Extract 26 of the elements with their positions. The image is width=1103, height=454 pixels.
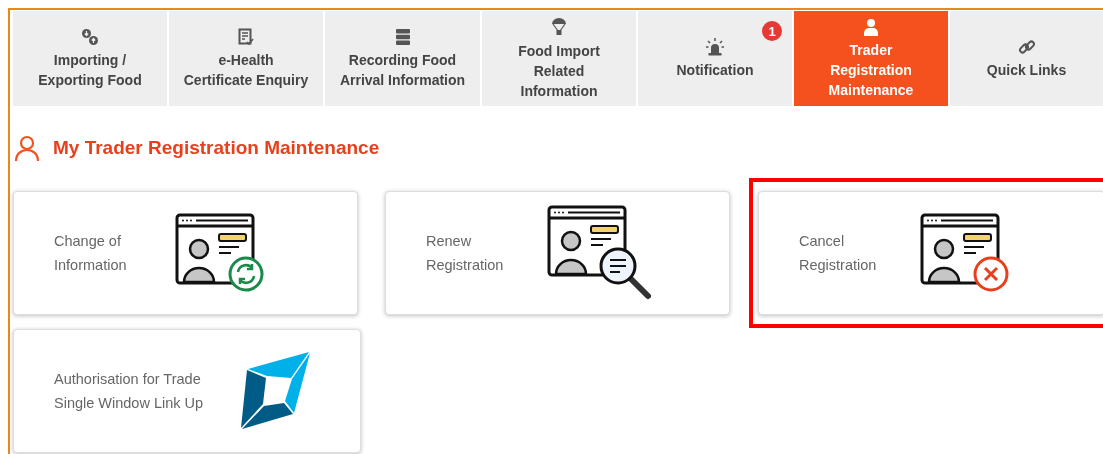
nav-tab[interactable]: Recording Food Arrival Information — [325, 11, 480, 106]
nav-tab[interactable]: e-Health Certificate Enquiry — [169, 11, 323, 106]
option-card[interactable]: Cancel Registration — [758, 190, 1103, 315]
nav-tab[interactable]: Notification 1 — [638, 11, 792, 106]
card-label: Renew Registration — [426, 231, 505, 275]
id-card-refresh-icon — [174, 211, 266, 294]
page-heading: My Trader Registration Maintenance — [53, 136, 380, 160]
document-icon — [238, 27, 254, 46]
transfer-icon — [81, 27, 99, 46]
siren-icon — [705, 37, 725, 56]
person-icon — [13, 134, 41, 163]
id-card-cancel-icon — [919, 211, 1011, 294]
parachute-icon — [551, 16, 567, 37]
card-label: Cancel Registration — [799, 231, 878, 275]
link-icon — [1017, 37, 1036, 56]
nav-tab[interactable]: Importing / Exporting Food — [13, 11, 167, 106]
person-icon — [863, 17, 879, 36]
server-icon — [394, 27, 411, 46]
option-card[interactable]: Renew Registration — [385, 190, 730, 315]
option-card[interactable]: Authorisation for Trade Single Window Link Up — [13, 328, 361, 453]
nav-tab[interactable]: Quick Links — [950, 11, 1103, 106]
card-label: Authorisation for Trade Single Window Link Up — [54, 369, 205, 413]
option-card[interactable]: Change of Information — [13, 190, 358, 315]
nav-tab[interactable]: Food Import Related Information — [482, 11, 636, 106]
count-badge: 1 — [762, 21, 782, 41]
card-label: Change of Information — [54, 231, 128, 275]
